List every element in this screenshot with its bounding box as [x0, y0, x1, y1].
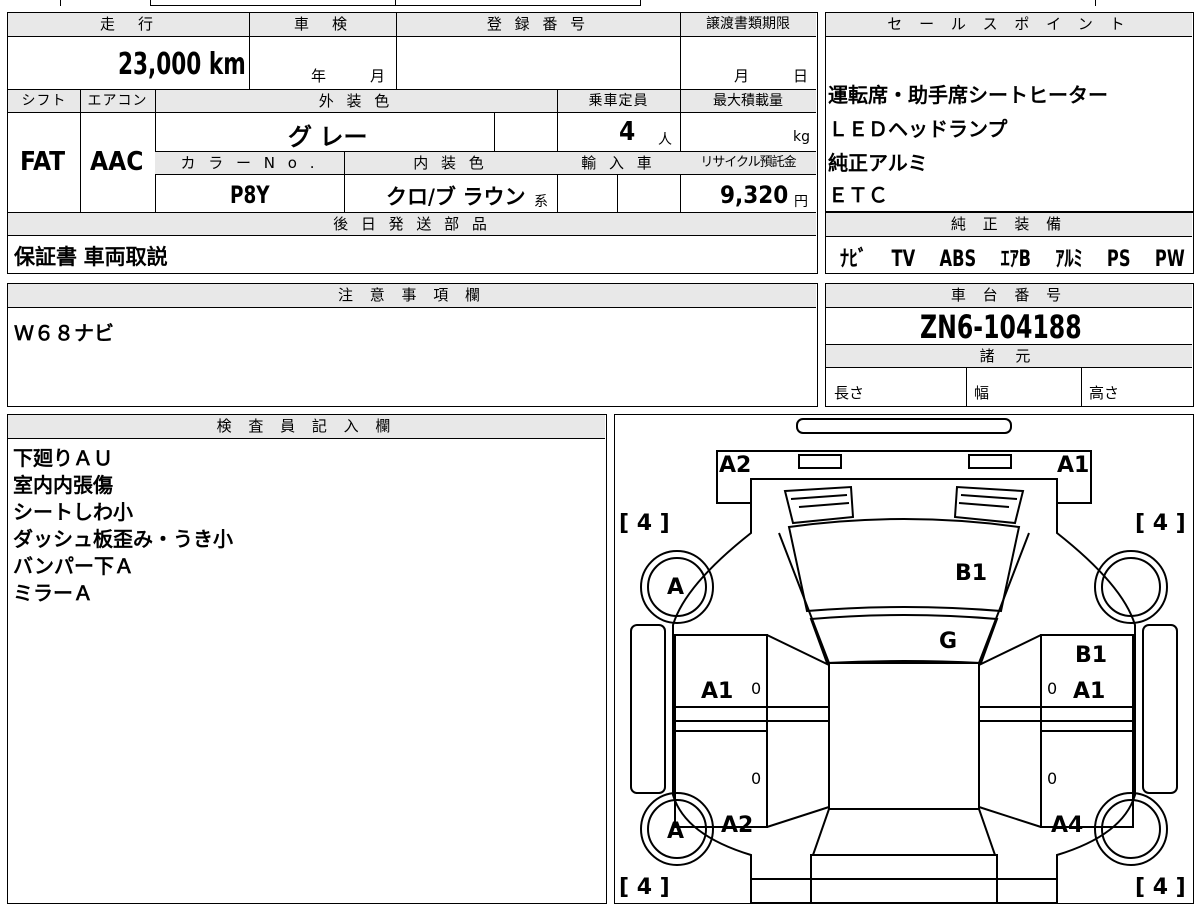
mark-front-right: A1 [1057, 453, 1090, 478]
sales-point-2: ＬＥＤヘッドランプ [828, 117, 1008, 141]
transfer-month: 月 [734, 67, 750, 85]
inspection-year: 年 [311, 67, 327, 85]
tire-bracket-tl: [ 4 ] [619, 511, 670, 536]
equip-airbag: ｴｱB [1000, 247, 1032, 272]
transfer-header: 譲渡書類期限 [706, 16, 790, 32]
inspector-line-6: ミラーＡ [13, 581, 93, 605]
recycle-value: 9,320 [720, 181, 789, 209]
vehicle-info-grid: 走 行 車 検 登 録 番 号 譲渡書類期限 23,000 km 年 月 月 日… [7, 12, 818, 274]
equip-abs: ABS [939, 247, 977, 272]
zero-right-front: 0 [1047, 679, 1058, 698]
exterior-header: 外 装 色 [318, 92, 394, 110]
mark-rear-left: A2 [721, 813, 754, 838]
chassis-number: ZN6-104188 [920, 308, 1082, 346]
tire-bracket-tr: [ 4 ] [1135, 511, 1186, 536]
interior-header: 内 装 色 [413, 154, 488, 172]
inspector-line-5: バンパー下Ａ [13, 554, 134, 578]
mark-right-front-panel: B1 [1075, 643, 1108, 668]
inspector-line-3: シートしわ小 [13, 500, 133, 524]
mark-left-front-door: A1 [701, 679, 734, 704]
equipment-panel: 純 正 装 備 ﾅﾋﾞ TV ABS ｴｱB ｱﾙﾐ PS PW [825, 212, 1194, 274]
shift-header: シフト [21, 93, 67, 109]
equip-ps: PS [1106, 247, 1131, 272]
max-load-unit: kg [793, 129, 810, 145]
damage-diagram-panel: [ 4 ] [ 4 ] [ 4 ] [ 4 ] A2 A1 B1 G A A A… [614, 414, 1194, 904]
notes-header: 注 意 事 項 欄 [8, 284, 816, 308]
height-label: 高さ [1089, 384, 1120, 402]
zero-right-rear: 0 [1047, 769, 1058, 788]
sales-points-header: セ ー ル ス ポ イ ン ト [826, 13, 1192, 37]
inspection-month: 月 [370, 67, 386, 85]
sales-point-4: ＥＴＣ [828, 183, 888, 207]
registration-header: 登 録 番 号 [486, 15, 590, 33]
interior-value: クロ/ブ ラウン [386, 185, 526, 209]
zero-left-front: 0 [751, 679, 762, 698]
inspector-line-1: 下廻りＡＵ [13, 446, 113, 470]
capacity-header: 乗車定員 [588, 93, 649, 109]
sales-point-1: 運転席・助手席シートヒーター [828, 83, 1108, 107]
width-label: 幅 [974, 384, 990, 402]
capacity-value: 4 [619, 117, 636, 147]
equip-pw: PW [1154, 247, 1185, 272]
inspector-line-4: ダッシュ板歪み・うき小 [13, 527, 233, 551]
equip-tv: TV [891, 247, 916, 272]
mark-hood: B1 [955, 561, 988, 586]
deferred-value: 保証書 車両取説 [14, 245, 168, 269]
color-no-value: P8Y [230, 181, 270, 209]
mark-rear-right: A4 [1051, 813, 1084, 838]
import-header: 輸 入 車 [581, 154, 656, 172]
top-edge-strip [0, 0, 1200, 6]
inspector-header: 検 査 員 記 入 欄 [8, 415, 605, 439]
mark-front-left: A2 [719, 453, 752, 478]
chassis-header: 車 台 番 号 [826, 284, 1192, 308]
exterior-value: グ レー [288, 123, 368, 151]
mark-right-front-door: A1 [1073, 679, 1106, 704]
ac-header: エアコン [87, 93, 148, 109]
ac-value: AAC [90, 147, 144, 177]
equip-alloy: ｱﾙﾐ [1055, 247, 1083, 272]
shift-value: FAT [20, 147, 66, 177]
inspection-header: 車 検 [293, 15, 351, 33]
tire-bracket-bl: [ 4 ] [619, 875, 670, 900]
notes-panel: 注 意 事 項 欄 Ｗ６８ナビ [7, 283, 818, 407]
mileage-value: 23,000 km [118, 47, 246, 82]
zero-left-rear: 0 [751, 769, 762, 788]
capacity-unit: 人 [658, 132, 672, 148]
inspector-panel: 検 査 員 記 入 欄 下廻りＡＵ 室内内張傷 シートしわ小 ダッシュ板歪み・う… [7, 414, 607, 904]
sales-point-3: 純正アルミ [828, 151, 928, 175]
max-load-header: 最大積載量 [713, 93, 783, 109]
specs-header: 諸 元 [979, 347, 1039, 365]
equipment-header: 純 正 装 備 [826, 213, 1192, 237]
transfer-day: 日 [793, 67, 809, 85]
mark-wheel-rl: A [667, 819, 685, 844]
chassis-panel: 車 台 番 号 ZN6-104188 諸 元 長さ 幅 高さ [825, 283, 1194, 407]
equipment-list: ﾅﾋﾞ TV ABS ｴｱB ｱﾙﾐ PS PW [840, 241, 1200, 273]
mileage-header: 走 行 [99, 15, 157, 33]
inspector-line-2: 室内内張傷 [13, 473, 113, 497]
color-no-header: カ ラ ー N o . [180, 154, 319, 172]
interior-suffix: 系 [534, 194, 548, 210]
equip-navi: ﾅﾋﾞ [840, 247, 868, 272]
deferred-header: 後 日 発 送 部 品 [333, 215, 491, 233]
length-label: 長さ [834, 384, 865, 402]
notes-value: Ｗ６８ナビ [14, 321, 114, 345]
tire-bracket-br: [ 4 ] [1135, 875, 1186, 900]
mark-wheel-fl: A [667, 575, 685, 600]
recycle-header: リサイクル預託金 [700, 155, 796, 170]
sales-points-panel: セ ー ル ス ポ イ ン ト 運転席・助手席シートヒーター ＬＥＤヘッドランプ… [825, 12, 1194, 212]
recycle-unit: 円 [794, 194, 808, 210]
mark-windshield: G [939, 629, 958, 654]
